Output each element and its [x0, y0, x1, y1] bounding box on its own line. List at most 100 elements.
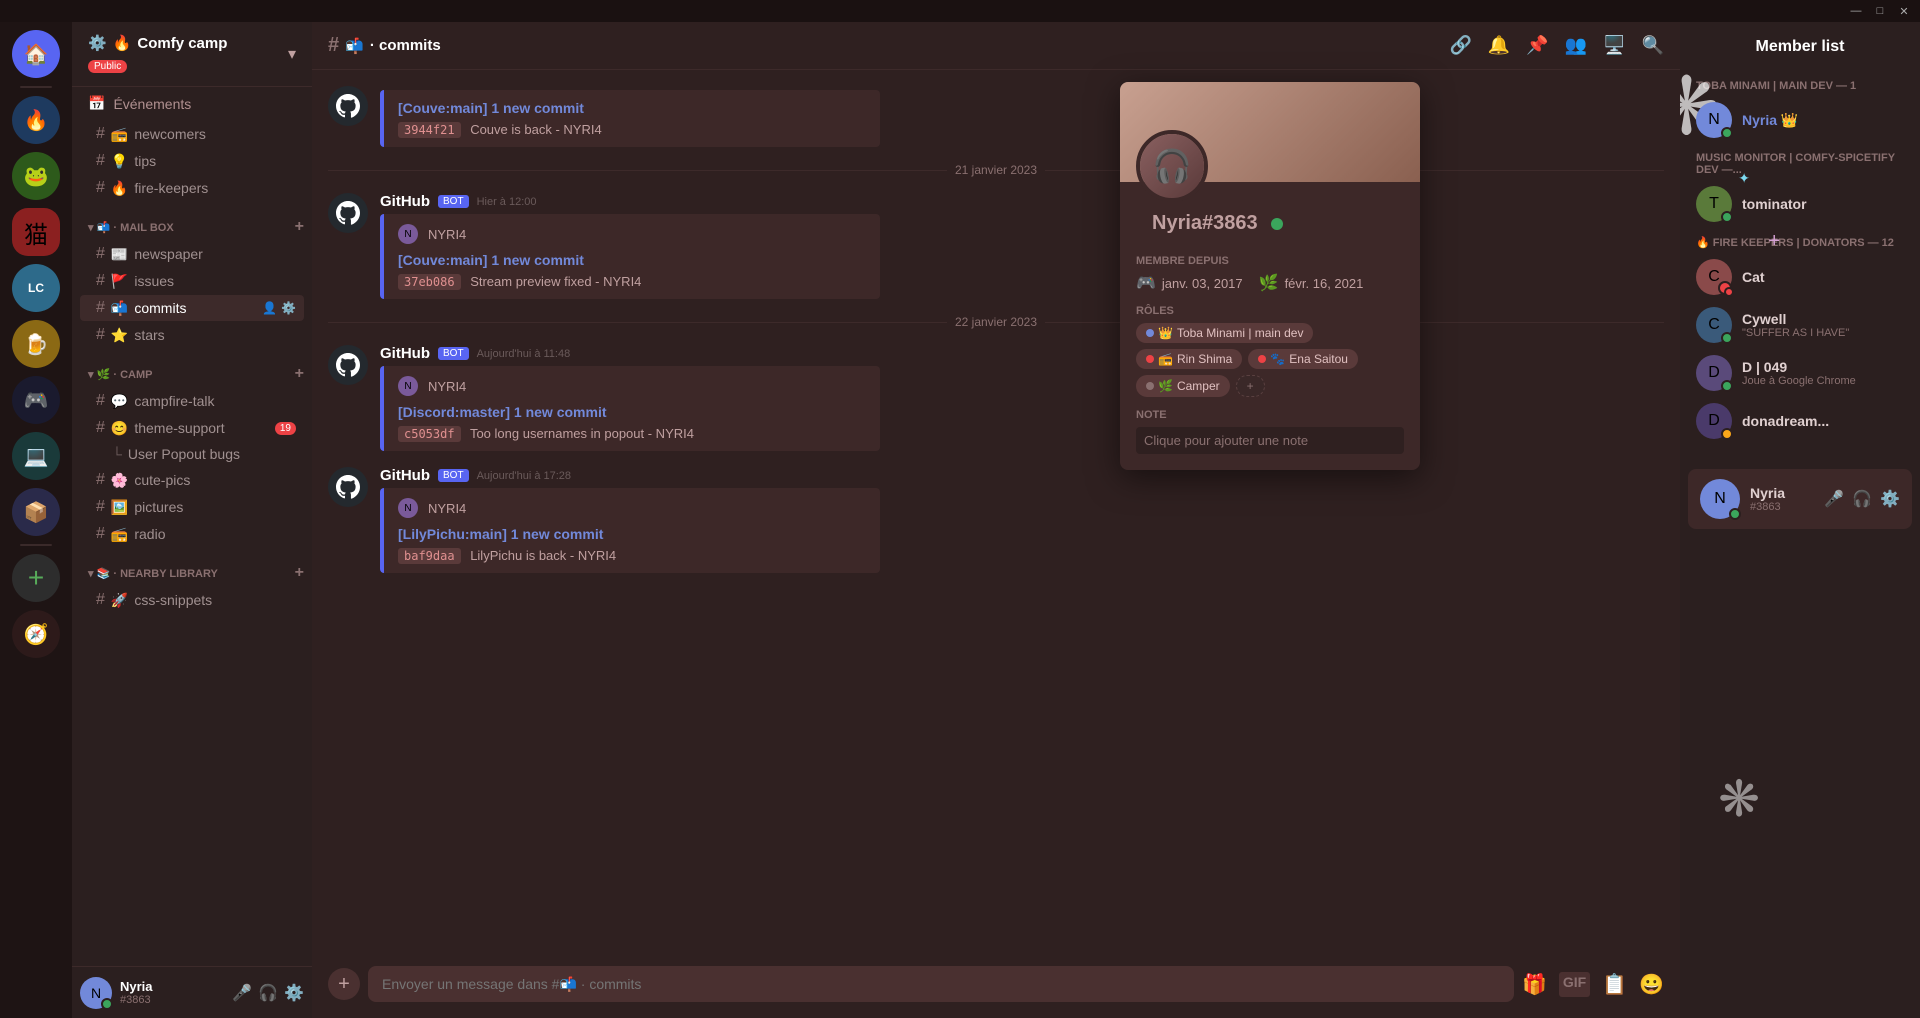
- notification-icon[interactable]: 🔔: [1488, 35, 1510, 56]
- embed-title[interactable]: [Couve:main] 1 new commit: [398, 100, 866, 116]
- settings-icon[interactable]: ⚙️: [281, 301, 296, 315]
- server-icon-flame[interactable]: 🔥: [12, 96, 60, 144]
- embed-title-4[interactable]: [LilyPichu:main] 1 new commit: [398, 526, 866, 542]
- note-input[interactable]: Clique pour ajouter une note: [1136, 427, 1404, 454]
- titlebar: — □ ✕: [0, 0, 1920, 22]
- channel-item-tips[interactable]: # 💡 tips: [80, 148, 304, 174]
- hash-icon: #: [96, 525, 105, 543]
- manage-icon[interactable]: 👤: [262, 301, 277, 315]
- search-icon[interactable]: 🔍: [1642, 35, 1664, 56]
- channel-item-commits[interactable]: # 📬 commits 👤 ⚙️: [80, 295, 304, 321]
- member-info-cat: Cat: [1742, 269, 1904, 285]
- avatar-github: [328, 86, 368, 126]
- discover-btn[interactable]: 🧭: [12, 610, 60, 658]
- server-icon-lc[interactable]: LC: [12, 264, 60, 312]
- chevron-icon-mailbox: ▾: [88, 222, 94, 234]
- message-input[interactable]: [368, 966, 1514, 1002]
- close-btn[interactable]: ✕: [1896, 3, 1912, 19]
- add-channel-mailbox-btn[interactable]: +: [295, 218, 304, 236]
- gift-icon[interactable]: 🎁: [1522, 972, 1547, 997]
- channel-item-issues[interactable]: # 🚩 issues: [80, 268, 304, 294]
- category-camp[interactable]: ▾ 🌿 · CAMP +: [72, 349, 312, 387]
- category-library[interactable]: ▾ 📚 · NEARBY LIBRARY +: [72, 548, 312, 586]
- server-icon-discord[interactable]: 🏠: [12, 30, 60, 78]
- hashtag-icon[interactable]: 🔗: [1449, 35, 1471, 56]
- events-item[interactable]: 📅 Événements: [72, 87, 312, 120]
- channel-item-campfire-talk[interactable]: # 💬 campfire-talk: [80, 388, 304, 414]
- embed-card-4: N NYRI4 [LilyPichu:main] 1 new commit ba…: [380, 488, 880, 573]
- embed-title-2[interactable]: [Couve:main] 1 new commit: [398, 252, 866, 268]
- channel-name-tips: tips: [134, 153, 156, 169]
- add-channel-library-btn[interactable]: +: [295, 564, 304, 582]
- embed-title-3[interactable]: [Discord:master] 1 new commit: [398, 404, 866, 420]
- members-icon[interactable]: 👥: [1565, 35, 1587, 56]
- minimize-btn[interactable]: —: [1848, 3, 1864, 19]
- server-header[interactable]: ⚙️ 🔥 Comfy camp Public ▾: [72, 22, 312, 87]
- add-server-btn[interactable]: +: [12, 554, 60, 602]
- channel-item-user-popout[interactable]: └ User Popout bugs: [80, 442, 304, 466]
- member-item-d049[interactable]: D D | 049 Joue à Google Chrome: [1688, 349, 1912, 397]
- roles-label: RÔLES: [1136, 305, 1404, 317]
- settings-icon[interactable]: ⚙️: [284, 983, 304, 1003]
- embed-card-2: N NYRI4 [Couve:main] 1 new commit 37eb08…: [380, 214, 880, 299]
- channel-item-theme-support[interactable]: # 😊 theme-support 19: [80, 415, 304, 441]
- add-role-btn[interactable]: +: [1236, 375, 1265, 397]
- channel-title: · commits: [370, 37, 441, 54]
- headphones-icon[interactable]: 🎧: [1852, 489, 1872, 509]
- role-dot-4: [1146, 382, 1154, 390]
- category-mailbox[interactable]: ▾ 📬 · MAIL BOX +: [72, 202, 312, 240]
- channel-name-newcomers: newcomers: [134, 126, 206, 142]
- inner-author-3: NYRI4: [428, 501, 466, 516]
- server-icon-teal[interactable]: 💻: [12, 432, 60, 480]
- server-icon-stacked[interactable]: 📦: [12, 488, 60, 536]
- gear-icon[interactable]: ⚙️: [1880, 489, 1900, 509]
- channel-item-css-snippets[interactable]: # 🚀 css-snippets: [80, 587, 304, 613]
- add-channel-camp-btn[interactable]: +: [295, 365, 304, 383]
- role-name-3: Ena Saitou: [1289, 352, 1348, 366]
- channel-icon-campfire: 💬: [111, 393, 128, 410]
- server-list: 🏠 🔥 🐸 猫 LC 🍺 🎮 💻 📦 + 🧭: [0, 22, 72, 1018]
- member-item-nyria[interactable]: N Nyria 👑: [1688, 96, 1912, 144]
- headset-icon[interactable]: 🎧: [258, 983, 278, 1003]
- message-content-4: GitHub BOT Aujourd'hui à 17:28 N NYRI4 […: [380, 467, 1664, 573]
- gif-icon[interactable]: GIF: [1559, 972, 1590, 997]
- pin-icon[interactable]: 📌: [1526, 35, 1548, 56]
- server-icon-cat[interactable]: 猫: [12, 208, 60, 256]
- mic-icon[interactable]: 🎤: [1824, 489, 1844, 509]
- add-attachment-btn[interactable]: +: [328, 968, 360, 1000]
- channel-item-stars[interactable]: # ⭐ stars: [80, 322, 304, 348]
- message-header-2: GitHub BOT Hier à 12:00: [380, 193, 1664, 210]
- member-name-d049: D | 049: [1742, 359, 1904, 375]
- screen-icon[interactable]: 🖥️: [1603, 35, 1625, 56]
- emoji-icon[interactable]: 😀: [1639, 972, 1664, 997]
- member-name-nyria: Nyria 👑: [1742, 112, 1904, 129]
- server-icon-among[interactable]: 🎮: [12, 376, 60, 424]
- server-date-item: 🌿 févr. 16, 2021: [1259, 273, 1364, 293]
- server-icon-green[interactable]: 🐸: [12, 152, 60, 200]
- maximize-btn[interactable]: □: [1872, 3, 1888, 19]
- sticker-icon[interactable]: 📋: [1602, 972, 1627, 997]
- member-item-cat[interactable]: C Cat: [1688, 253, 1912, 301]
- member-item-tominator[interactable]: T tominator: [1688, 180, 1912, 228]
- channel-item-newspaper[interactable]: # 📰 newspaper: [80, 241, 304, 267]
- embed-desc: 3944f21 Couve is back - NYRI4: [398, 122, 866, 137]
- member-item-donadream[interactable]: D donadream...: [1688, 397, 1912, 445]
- online-indicator: [1271, 218, 1283, 230]
- channel-item-pictures[interactable]: # 🖼️ pictures: [80, 494, 304, 520]
- member-item-cywell[interactable]: C Cywell "SUFFER AS I HAVE": [1688, 301, 1912, 349]
- message-author-4: GitHub: [380, 467, 430, 484]
- category-mailbox-label: · MAIL BOX: [113, 222, 173, 234]
- channel-item-newcomers[interactable]: # 📻 newcomers: [80, 121, 304, 147]
- channel-item-fire-keepers[interactable]: # 🔥 fire-keepers: [80, 175, 304, 201]
- microphone-icon[interactable]: 🎤: [232, 983, 252, 1003]
- bottom-user-card[interactable]: N Nyria #3863 🎤 🎧 ⚙️: [1688, 469, 1912, 529]
- messages-area[interactable]: [Couve:main] 1 new commit 3944f21 Couve …: [312, 70, 1680, 966]
- channel-item-radio[interactable]: # 📻 radio: [80, 521, 304, 547]
- channel-item-cute-pics[interactable]: # 🌸 cute-pics: [80, 467, 304, 493]
- user-bar-tag: #3863: [120, 994, 224, 1006]
- note-label: NOTE: [1136, 409, 1404, 421]
- mini-avatar-3: N: [398, 498, 418, 518]
- server-icon-yellow[interactable]: 🍺: [12, 320, 60, 368]
- commit-hash-4: baf9daa: [398, 548, 461, 564]
- tominator-status: [1721, 211, 1733, 223]
